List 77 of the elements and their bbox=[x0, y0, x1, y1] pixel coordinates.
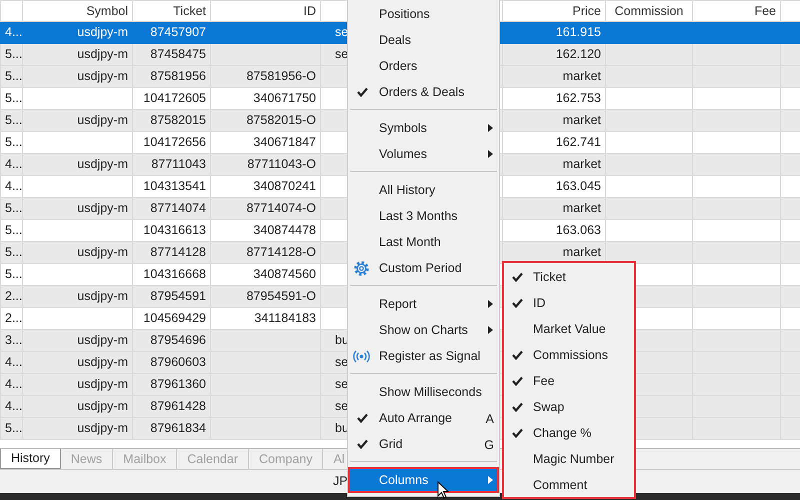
table-cell: 87714128 bbox=[132, 242, 210, 264]
column-header[interactable]: Commission bbox=[606, 0, 692, 22]
table-cell: usdjpy-m bbox=[22, 374, 132, 396]
table-cell: 2... bbox=[0, 286, 22, 308]
menu-item[interactable]: Ticket bbox=[503, 264, 635, 290]
cursor-icon bbox=[437, 481, 449, 499]
status-text: JP bbox=[333, 473, 348, 490]
table-cell: 87954591-O bbox=[210, 286, 320, 308]
table-cell: 87711043 bbox=[132, 154, 210, 176]
table-cell: usdjpy-m bbox=[22, 286, 132, 308]
table-cell: market bbox=[502, 154, 606, 176]
table-cell: usdjpy-m bbox=[22, 66, 132, 88]
table-cell: 161.915 bbox=[502, 22, 606, 44]
table-cell: 87582015 bbox=[132, 110, 210, 132]
table-cell: usdjpy-m bbox=[22, 154, 132, 176]
table-cell: usdjpy-m bbox=[22, 396, 132, 418]
table-cell: 5... bbox=[0, 242, 22, 264]
table-cell: 87961834 bbox=[132, 418, 210, 440]
table-cell: usdjpy-m bbox=[22, 198, 132, 220]
table-cell: market bbox=[502, 66, 606, 88]
gear-icon bbox=[353, 260, 370, 277]
table-cell: usdjpy-m bbox=[22, 110, 132, 132]
menu-item[interactable]: Comment bbox=[503, 472, 635, 498]
menu-item[interactable]: Magic Number bbox=[503, 446, 635, 472]
table-cell: 87711043-O bbox=[210, 154, 320, 176]
table-cell: usdjpy-m bbox=[22, 242, 132, 264]
table-cell: 5... bbox=[0, 44, 22, 66]
column-header[interactable]: ID bbox=[210, 0, 320, 22]
table-cell: 4... bbox=[0, 396, 22, 418]
table-cell: 4... bbox=[0, 154, 22, 176]
table-cell: usdjpy-m bbox=[22, 330, 132, 352]
table-cell: 4... bbox=[0, 22, 22, 44]
table-cell: 87581956-O bbox=[210, 66, 320, 88]
table-cell: usdjpy-m bbox=[22, 44, 132, 66]
menu-item[interactable]: Change % bbox=[503, 420, 635, 446]
table-cell: 87961360 bbox=[132, 374, 210, 396]
table-cell: 87714074 bbox=[132, 198, 210, 220]
menu-item[interactable]: ID bbox=[503, 290, 635, 316]
tab[interactable]: History bbox=[0, 449, 61, 469]
menu-item[interactable]: Commissions bbox=[503, 342, 635, 368]
table-cell: market bbox=[502, 110, 606, 132]
table-cell: 87714128-O bbox=[210, 242, 320, 264]
table-cell: 87457907 bbox=[132, 22, 210, 44]
table-cell: 87954696 bbox=[132, 330, 210, 352]
menu-item[interactable]: Market Value bbox=[503, 316, 635, 342]
column-header[interactable]: Price bbox=[502, 0, 606, 22]
table-cell: 3... bbox=[0, 330, 22, 352]
table-cell: 87961428 bbox=[132, 396, 210, 418]
menu-item[interactable]: All History bbox=[348, 177, 499, 203]
menu-item[interactable]: Fee bbox=[503, 368, 635, 394]
table-cell: 87582015-O bbox=[210, 110, 320, 132]
table-cell: 87581956 bbox=[132, 66, 210, 88]
column-header[interactable]: Fee bbox=[692, 0, 780, 22]
table-cell: 87458475 bbox=[132, 44, 210, 66]
table-cell: 5... bbox=[0, 198, 22, 220]
table-cell: 5... bbox=[0, 66, 22, 88]
table-cell: market bbox=[502, 198, 606, 220]
shortcut-text: G bbox=[484, 437, 494, 454]
table-cell: usdjpy-m bbox=[22, 352, 132, 374]
table-cell: 87960603 bbox=[132, 352, 210, 374]
menu-item[interactable]: Orders & Deals bbox=[348, 79, 499, 105]
menu-item[interactable]: Report bbox=[348, 291, 499, 317]
table-cell: 162.120 bbox=[502, 44, 606, 66]
menu-item[interactable]: Swap bbox=[503, 394, 635, 420]
menu-item[interactable]: Columns bbox=[348, 467, 499, 493]
menu-item[interactable]: Custom Period bbox=[348, 255, 499, 281]
column-header[interactable]: Symbol bbox=[22, 0, 132, 22]
table-cell: 5... bbox=[0, 418, 22, 440]
table-cell: 87714074-O bbox=[210, 198, 320, 220]
table-cell: usdjpy-m bbox=[22, 418, 132, 440]
table-cell: usdjpy-m bbox=[22, 22, 132, 44]
table-cell: 5... bbox=[0, 110, 22, 132]
table-cell: 4... bbox=[0, 374, 22, 396]
signal-icon bbox=[353, 348, 370, 365]
column-header[interactable]: Ticket bbox=[132, 0, 210, 22]
table-cell: 4... bbox=[0, 352, 22, 374]
table-cell: 87954591 bbox=[132, 286, 210, 308]
